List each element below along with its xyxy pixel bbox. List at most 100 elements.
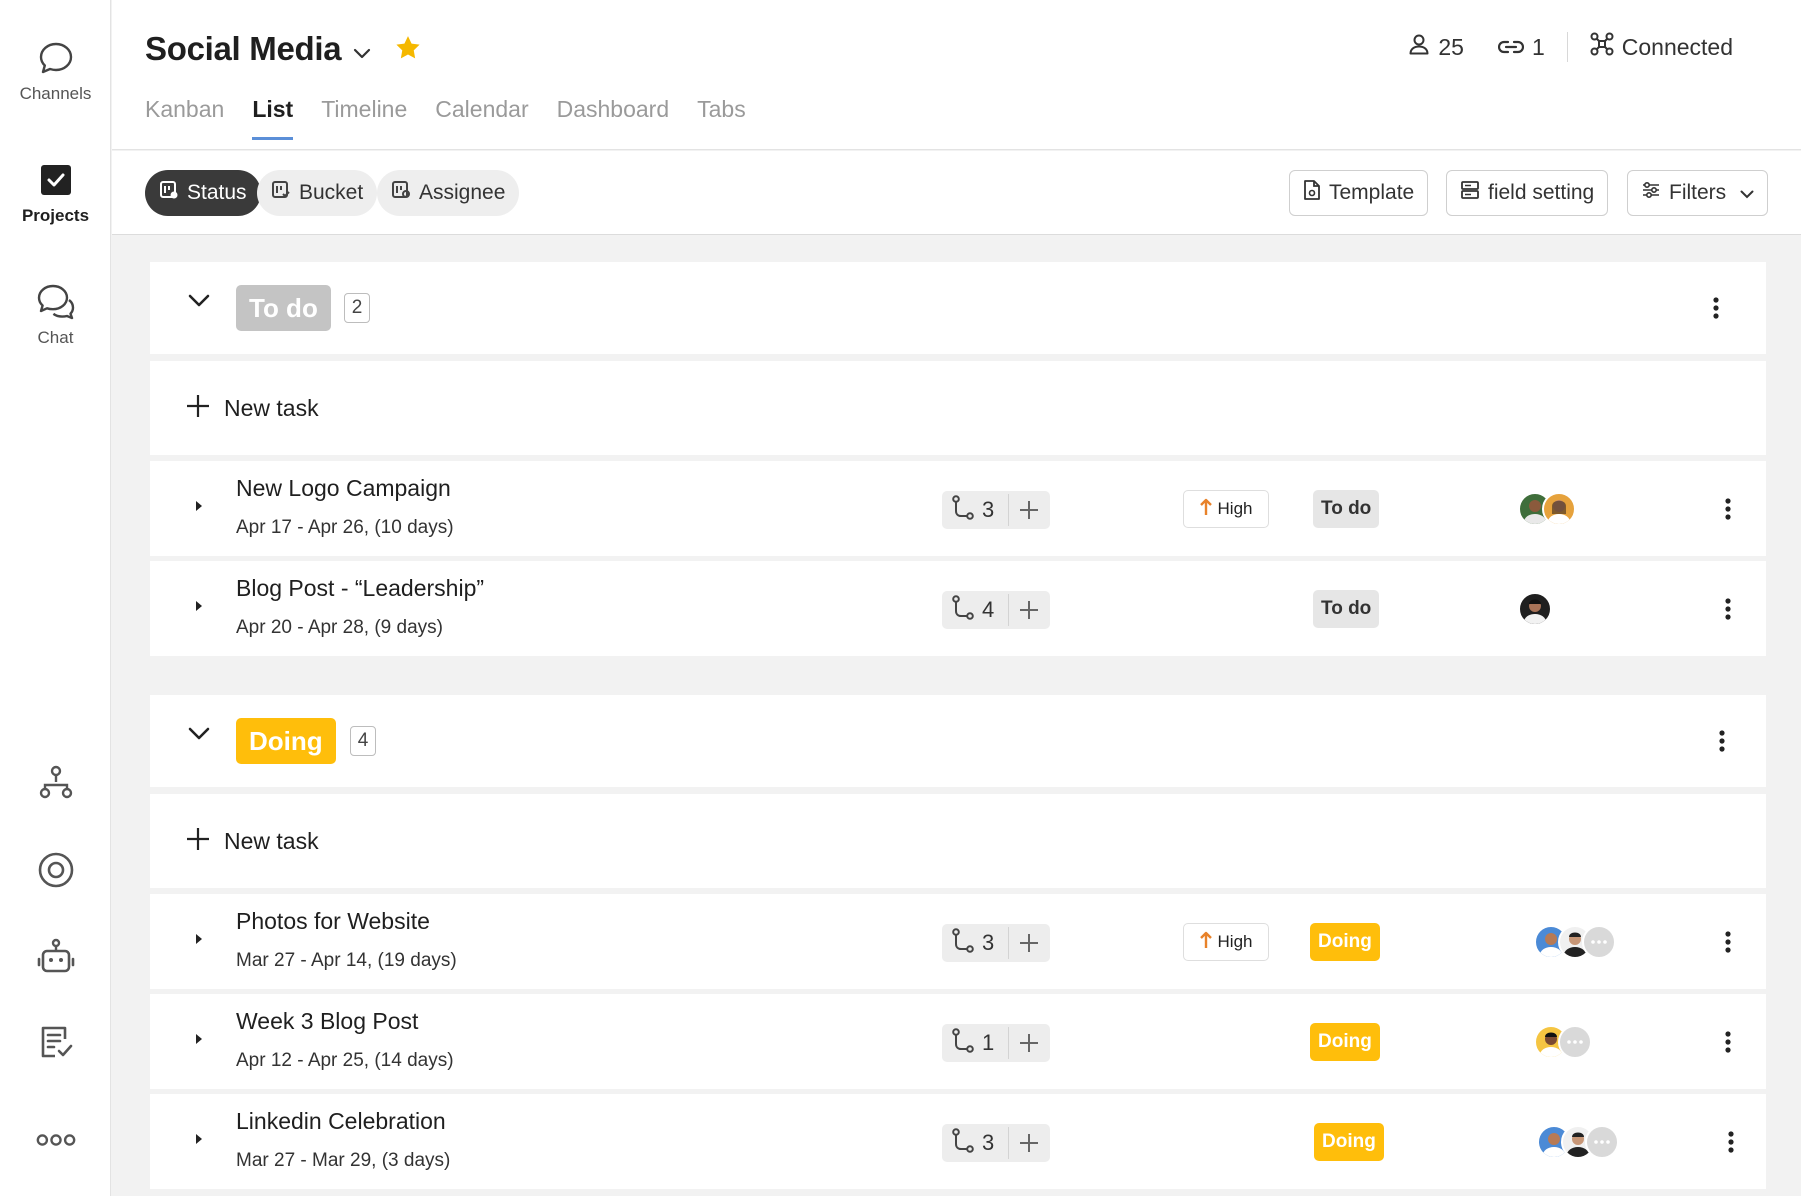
sidebar-item-label: Chat [37,328,74,347]
chip-label: Bucket [299,181,364,204]
kebab-menu-icon[interactable] [1718,594,1738,624]
more-assignees-icon [1582,925,1616,959]
subtask-counter[interactable]: 3 [942,491,1050,529]
template-button[interactable]: Template [1289,170,1429,216]
kebab-menu-icon[interactable] [1718,494,1738,524]
group-by-bucket-chip[interactable]: Bucket [257,170,378,216]
project-title: Social Media [145,30,342,67]
org-chart-button[interactable] [0,762,111,802]
assignee-avatars[interactable] [1534,925,1616,959]
subtask-counter[interactable]: 1 [942,1024,1050,1062]
chip-label: Status [187,181,247,204]
filters-label: Filters [1669,181,1727,204]
caret-right-icon[interactable] [195,599,203,617]
table-row[interactable]: Photos for Website Mar 27 - Apr 14, (19 … [150,894,1766,989]
assignee-avatars[interactable] [1518,592,1552,626]
chat-bubble-icon [36,38,76,78]
task-name[interactable]: Photos for Website [236,908,430,935]
priority-badge[interactable]: High [1183,490,1269,528]
add-subtask-icon[interactable] [1018,932,1040,959]
task-dates: Mar 27 - Mar 29, (3 days) [236,1150,451,1171]
add-subtask-icon[interactable] [1018,1032,1040,1059]
assignee-avatars[interactable] [1534,1025,1592,1059]
table-row[interactable]: Blog Post - “Leadership” Apr 20 - Apr 28… [150,561,1766,656]
group-name-badge: Doing [236,718,336,764]
task-name[interactable]: Linkedin Celebration [236,1108,446,1135]
kebab-menu-icon[interactable] [1721,1127,1741,1157]
priority-label: High [1217,499,1253,518]
sidebar-item-projects[interactable]: Projects [0,160,111,226]
priority-badge[interactable]: High [1183,923,1269,961]
sidebar-item-chat[interactable]: Chat [0,282,111,348]
members-stat[interactable]: 25 [1408,33,1464,61]
group-by-status-chip[interactable]: Status [145,170,261,216]
sidebar-item-label: Channels [19,84,92,103]
checklist-icon [36,1022,76,1062]
assignee-avatars[interactable] [1537,1125,1619,1159]
tab-dashboard[interactable]: Dashboard [557,96,670,140]
tab-timeline[interactable]: Timeline [321,96,407,140]
tab-calendar[interactable]: Calendar [435,96,528,140]
target-button[interactable] [0,850,111,890]
tab-tabs[interactable]: Tabs [697,96,746,140]
filters-button[interactable]: Filters [1627,170,1769,216]
new-task-button[interactable]: New task [150,794,1766,888]
user-icon [1408,33,1430,61]
status-badge[interactable]: Doing [1314,1123,1384,1161]
kebab-menu-icon[interactable] [1712,726,1732,756]
subtask-counter[interactable]: 4 [942,591,1050,629]
kebab-menu-icon[interactable] [1718,1027,1738,1057]
new-task-button[interactable]: New task [150,361,1766,455]
task-name[interactable]: New Logo Campaign [236,475,451,502]
table-row[interactable]: New Logo Campaign Apr 17 - Apr 26, (10 d… [150,461,1766,556]
chevron-down-icon[interactable] [188,294,210,313]
status-badge[interactable]: Doing [1310,1023,1380,1061]
new-task-label: New task [224,827,319,854]
caret-right-icon[interactable] [195,499,203,517]
status-badge[interactable]: To do [1313,590,1380,628]
divider [1008,1127,1009,1159]
robot-button[interactable] [0,938,111,978]
task-dates: Apr 20 - Apr 28, (9 days) [236,617,443,638]
task-name[interactable]: Blog Post - “Leadership” [236,575,484,602]
status-badge[interactable]: To do [1313,490,1380,528]
assignee-avatars[interactable] [1518,492,1576,526]
status-badge[interactable]: Doing [1310,923,1380,961]
field-setting-button[interactable]: field setting [1446,170,1609,216]
tab-kanban[interactable]: Kanban [145,96,224,140]
table-row[interactable]: Week 3 Blog Post Apr 12 - Apr 25, (14 da… [150,994,1766,1089]
star-icon[interactable] [395,30,421,68]
more-assignees-icon [1585,1125,1619,1159]
add-subtask-icon[interactable] [1018,1132,1040,1159]
kebab-menu-icon[interactable] [1706,293,1726,323]
add-subtask-icon[interactable] [1018,599,1040,626]
fields-icon [1460,180,1480,206]
group-by-assignee-chip[interactable]: Assignee [377,170,520,216]
tab-list[interactable]: List [252,96,294,140]
caret-right-icon[interactable] [195,1032,203,1050]
assignee-icon [391,180,411,206]
subtask-counter[interactable]: 3 [942,1124,1050,1162]
group-count: 2 [344,293,370,323]
subtask-counter[interactable]: 3 [942,924,1050,962]
caret-right-icon[interactable] [195,932,203,950]
more-button[interactable] [0,1120,111,1160]
page-title[interactable]: Social Media [145,30,421,68]
header: Social Media 25 1 Connected Kanban List … [112,0,1801,150]
table-row[interactable]: Linkedin Celebration Mar 27 - Mar 29, (3… [150,1094,1766,1189]
connection-status[interactable]: Connected [1590,32,1733,62]
kebab-menu-icon[interactable] [1718,927,1738,957]
subtask-icon [952,594,974,626]
chevron-down-icon[interactable] [188,727,210,746]
checklist-button[interactable] [0,1022,111,1062]
divider [1008,594,1009,626]
caret-right-icon[interactable] [195,1132,203,1150]
connection-label: Connected [1621,33,1733,60]
task-name[interactable]: Week 3 Blog Post [236,1008,418,1035]
links-stat[interactable]: 1 [1497,34,1545,61]
toolbar: Status Bucket Assignee Template field se… [112,151,1801,235]
sidebar-item-channels[interactable]: Channels [0,38,111,104]
chevron-down-icon[interactable] [353,30,371,68]
add-subtask-icon[interactable] [1018,499,1040,526]
task-dates: Apr 17 - Apr 26, (10 days) [236,517,454,538]
